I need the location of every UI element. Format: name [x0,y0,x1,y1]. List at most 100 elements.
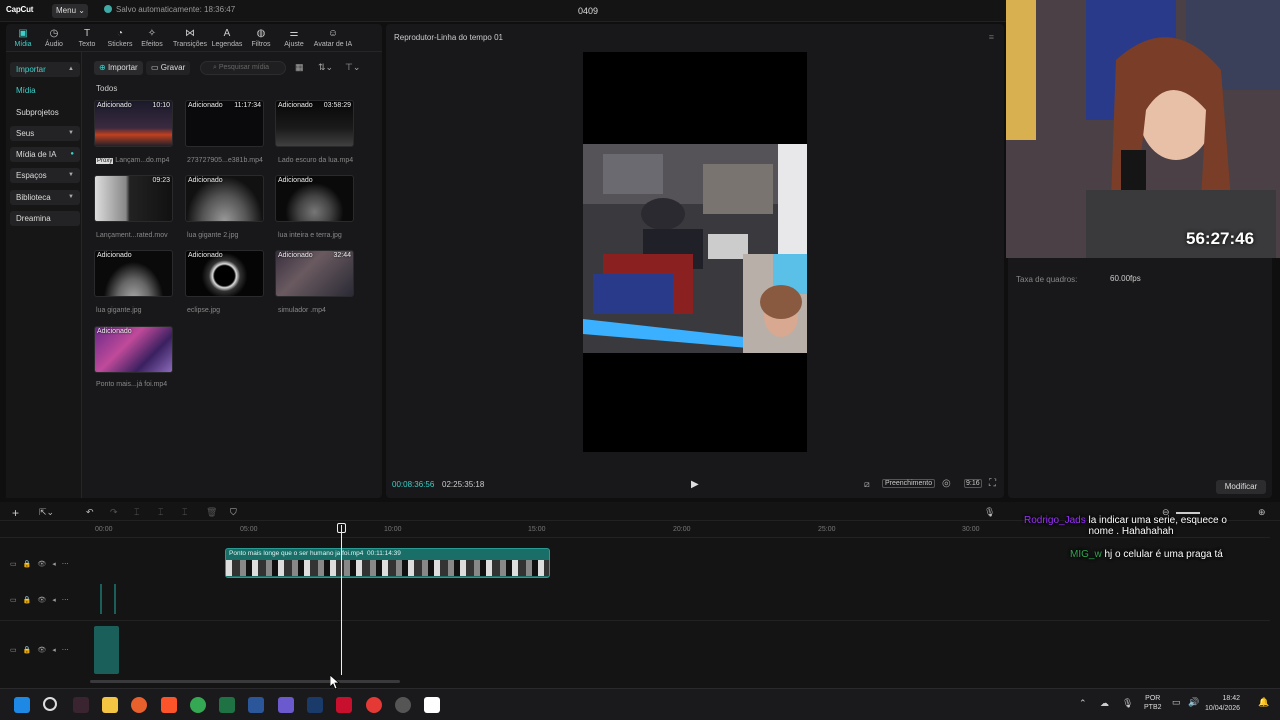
media-thumbnail[interactable]: Adicionado 10:10 [94,100,173,147]
microphone-icon[interactable]: 🎙 [984,507,995,518]
fullscreen-icon[interactable]: ⛶ [989,478,996,489]
sidebar-item-yours[interactable]: Seus ▼ [10,126,80,141]
aspect-ratio-button[interactable]: 9:16 [964,479,982,488]
word-icon[interactable] [248,697,264,713]
firefox-icon[interactable] [131,697,147,713]
media-thumbnail[interactable]: Adicionado [94,250,173,297]
grid-view-icon[interactable]: ▦ [295,62,304,73]
cloud-icon[interactable]: ☁ [1100,698,1109,709]
record-button[interactable]: ▭ Gravar [146,61,191,75]
sort-icon[interactable]: ⇅⌄ [318,62,333,73]
fill-mode-button[interactable]: Preenchimento [882,479,936,488]
play-icon[interactable]: ▶ [691,479,699,490]
sidebar-item-spaces[interactable]: Espaços ▼ [10,168,80,183]
tool-ai-avatar[interactable]: ☺ Avatar de IA [312,28,354,48]
split-right-icon[interactable]: ⌶ [182,507,187,518]
file-explorer-icon[interactable] [102,697,118,713]
select-tool-icon[interactable]: ⇱⌄ [39,507,54,518]
media-player-icon[interactable] [366,697,382,713]
chat-username: MIG_w [1070,549,1102,560]
language-indicator[interactable]: POR PTB2 [1144,694,1162,712]
audio-clip[interactable] [94,626,119,674]
tool-text[interactable]: T Texto [70,28,104,48]
sidebar-item-label: Biblioteca [16,193,51,202]
split-icon[interactable]: ⌶ [134,507,139,518]
app-icon[interactable] [307,697,323,713]
tool-audio[interactable]: ◷ Áudio [37,28,71,48]
clock[interactable]: 18:42 10/04/2026 [1205,694,1240,714]
media-thumbnail[interactable]: Adicionado [275,175,354,222]
app-icon[interactable] [336,697,352,713]
tool-stickers[interactable]: ◔ Stickers [103,28,137,48]
playhead[interactable] [341,525,342,675]
volume-icon[interactable]: 🔊 [1188,697,1199,708]
search-input[interactable]: ⌕ Pesquisar mídia [200,61,286,75]
sidebar-item-dreamina[interactable]: Dreamina [10,211,80,226]
microphone-icon[interactable]: 🎙 [1122,698,1133,709]
shield-icon[interactable]: ⛉ [230,507,237,518]
audio-track-controls[interactable]: ▭🔒👁◂⋯ [10,596,75,604]
track-divider [0,620,1270,621]
menu-button[interactable]: Menu ⌄ [52,4,88,18]
sidebar-item-library[interactable]: Biblioteca ▼ [10,190,80,205]
obs-icon[interactable] [395,697,411,713]
add-track-icon[interactable]: + [12,506,19,520]
brave-icon[interactable] [161,697,177,713]
media-thumbnail[interactable]: Adicionado 03:58:29 [275,100,354,147]
video-clip[interactable]: Ponto mais longe que o ser humano ja foi… [225,548,550,578]
video-track-controls[interactable]: ▭🔒👁◂⋯ [10,560,75,568]
sidebar-item-media[interactable]: Mídia [10,83,80,98]
tool-filters[interactable]: ◍ Filtros [244,28,278,48]
tool-label: Mídia [14,41,32,48]
notification-icon[interactable]: 🔔 [1258,697,1269,708]
import-button[interactable]: ⊕ Importar [94,61,143,75]
add-circle-icon: ⊕ [99,63,106,72]
media-thumbnail[interactable]: Adicionado 11:17:34 [185,100,264,147]
media-thumbnail[interactable]: Adicionado [185,175,264,222]
tool-media[interactable]: ▣ Mídia [6,28,40,48]
sidebar-item-import[interactable]: Importar ▲ [10,62,80,77]
sidebar-item-ai-media[interactable]: Mídia de IA ● [10,147,80,162]
tool-effects[interactable]: ✧ Efeitos [135,28,169,48]
windows-start-icon[interactable] [14,697,30,713]
zoom-in-icon[interactable]: ⊕ [1258,507,1266,518]
tool-captions[interactable]: A Legendas [210,28,244,48]
redo-icon[interactable]: ↷ [110,507,118,518]
timeline-scrollbar[interactable] [90,680,400,683]
search-icon[interactable] [43,697,57,711]
excel-icon[interactable] [219,697,235,713]
undo-icon[interactable]: ↶ [86,507,94,518]
delete-icon[interactable]: 🗑 [206,507,217,518]
filter-icon[interactable]: ⊤⌄ [345,62,360,73]
more-menu-icon[interactable]: ≡ [989,32,994,42]
text-icon: T [83,28,91,39]
media-file-name: Ponto mais...já foi.mp4 [96,381,168,388]
video-preview[interactable] [583,52,807,452]
snapshot-icon[interactable]: ◎ [942,478,951,489]
audio-track-2-controls[interactable]: ▭🔒👁◂⋯ [10,646,75,654]
zoom-slider[interactable] [1176,512,1200,514]
tool-adjust[interactable]: ⚌ Ajuste [277,28,311,48]
app-icon[interactable] [278,697,294,713]
media-thumbnail[interactable]: Adicionado 32:44 [275,250,354,297]
record-label: Gravar [160,63,186,72]
app-icon[interactable] [73,697,89,713]
keyboard-layout: PTB2 [1144,704,1162,711]
filters-icon: ◍ [256,28,266,39]
taskbar: ⌃ ☁ 🎙 [0,688,1280,720]
media-file-name: Lançament...rated.mov [96,232,168,239]
tool-transitions[interactable]: ⋈ Transições [172,28,208,48]
split-left-icon[interactable]: ⌶ [158,507,163,518]
modify-button[interactable]: Modificar [1216,480,1266,494]
capcut-icon[interactable] [424,697,440,713]
chrome-icon[interactable] [190,697,206,713]
chevron-up-icon[interactable]: ⌃ [1079,698,1087,709]
media-thumbnail[interactable]: Adicionado [185,250,264,297]
added-badge: Adicionado [278,252,313,259]
network-icon[interactable]: ▭ [1172,697,1181,708]
media-thumbnail[interactable]: Adicionado [94,326,173,373]
crop-icon[interactable]: ⧄ [864,479,870,490]
media-thumbnail[interactable]: 09:23 [94,175,173,222]
sidebar-item-subprojects[interactable]: Subprojetos [10,105,80,120]
clip-filmstrip [226,560,549,576]
